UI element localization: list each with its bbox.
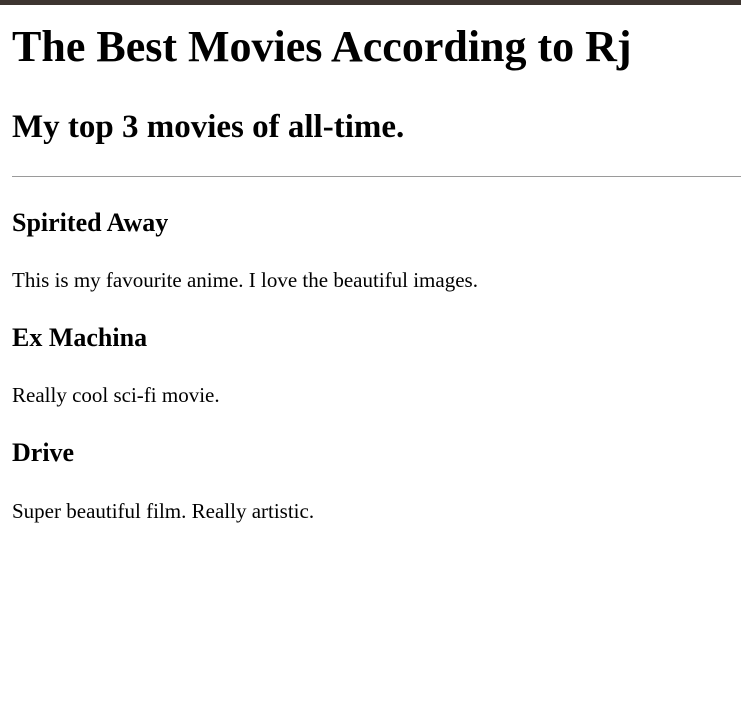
top-accent-bar (0, 0, 741, 5)
divider (12, 176, 741, 177)
page-subtitle: My top 3 movies of all-time. (12, 109, 405, 145)
movie-description: Super beautiful film. Really artistic. (12, 499, 315, 523)
movie-title: Ex Machina (12, 323, 148, 352)
movie-title: Spirited Away (12, 208, 169, 237)
movie-description: This is my favourite anime. I love the b… (12, 268, 478, 292)
page-title: The Best Movies According to Rj (12, 22, 632, 71)
movie-title: Drive (12, 438, 75, 467)
movie-description: Really cool sci-fi movie. (12, 383, 220, 407)
